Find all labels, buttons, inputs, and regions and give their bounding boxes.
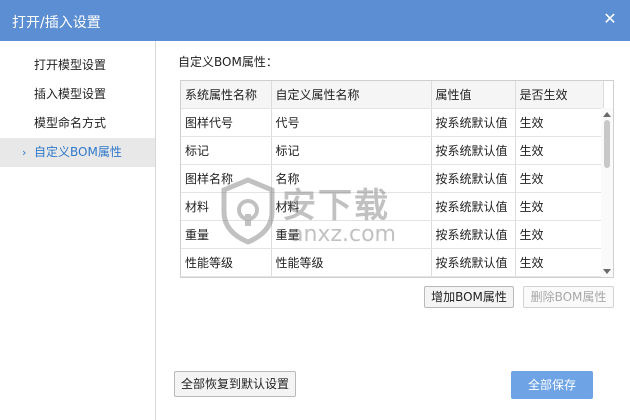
settings-sidebar: 打开模型设置 插入模型设置 模型命名方式 › 自定义BOM属性 xyxy=(0,41,156,420)
table-cell[interactable]: 生效 xyxy=(515,220,604,249)
table-row[interactable]: 图样代号 代号 按系统默认值 生效 xyxy=(181,108,604,137)
sidebar-item-label: 自定义BOM属性 xyxy=(34,145,122,159)
table-cell: 材料 xyxy=(181,192,272,221)
scroll-down-icon[interactable] xyxy=(603,269,611,274)
table-cell[interactable]: 生效 xyxy=(515,108,604,137)
table-cell: 图样代号 xyxy=(181,108,272,137)
table-cell: 标记 xyxy=(181,136,272,165)
window-title: 打开/插入设置 xyxy=(12,15,101,31)
table-cell: 图样名称 xyxy=(181,164,272,193)
title-bar: 打开/插入设置 ✕ xyxy=(0,0,630,41)
sidebar-item-naming[interactable]: 模型命名方式 xyxy=(0,109,155,138)
table-row[interactable]: 标记 标记 按系统默认值 生效 xyxy=(181,136,604,165)
sidebar-item-insert-model[interactable]: 插入模型设置 xyxy=(0,80,155,109)
table-cell: 性能等级 xyxy=(181,248,272,277)
table-cell[interactable]: 生效 xyxy=(515,248,604,277)
table-cell[interactable]: 按系统默认值 xyxy=(431,248,516,277)
scroll-up-icon[interactable] xyxy=(603,112,611,117)
section-title: 自定义BOM属性： xyxy=(178,55,278,69)
table-cell[interactable]: 生效 xyxy=(515,136,604,165)
table-cell[interactable]: 重量 xyxy=(271,220,432,249)
column-header: 是否生效 xyxy=(515,81,604,109)
column-header: 系统属性名称 xyxy=(181,81,272,109)
table-cell[interactable]: 标记 xyxy=(271,136,432,165)
table-row[interactable]: 材料 材料 按系统默认值 生效 xyxy=(181,192,604,221)
table-cell[interactable]: 代号 xyxy=(271,108,432,137)
table-header-row: 系统属性名称 自定义属性名称 属性值 是否生效 xyxy=(181,81,604,109)
save-all-button[interactable]: 全部保存 xyxy=(511,371,593,399)
sidebar-item-label: 插入模型设置 xyxy=(34,87,107,101)
column-header: 自定义属性名称 xyxy=(271,81,432,109)
sidebar-item-custom-bom[interactable]: › 自定义BOM属性 xyxy=(0,138,155,167)
table-cell[interactable]: 生效 xyxy=(515,192,604,221)
table-row[interactable]: 图样名称 名称 按系统默认值 生效 xyxy=(181,164,604,193)
column-header: 属性值 xyxy=(431,81,516,109)
delete-bom-attribute-button[interactable]: 删除BOM属性 xyxy=(523,286,614,308)
restore-defaults-button[interactable]: 全部恢复到默认设置 xyxy=(174,371,296,397)
sidebar-item-open-model[interactable]: 打开模型设置 xyxy=(0,51,155,80)
table-cell[interactable]: 按系统默认值 xyxy=(431,192,516,221)
table-row[interactable]: 重量 重量 按系统默认值 生效 xyxy=(181,220,604,249)
table-scrollbar[interactable] xyxy=(601,108,613,277)
sidebar-item-label: 打开模型设置 xyxy=(34,58,107,72)
table-cell[interactable]: 按系统默认值 xyxy=(431,108,516,137)
table-cell[interactable]: 名称 xyxy=(271,164,432,193)
close-icon[interactable]: ✕ xyxy=(599,8,621,30)
add-bom-attribute-button[interactable]: 增加BOM属性 xyxy=(424,286,514,308)
table-cell[interactable]: 材料 xyxy=(271,192,432,221)
table-cell[interactable]: 按系统默认值 xyxy=(431,220,516,249)
table-cell[interactable]: 生效 xyxy=(515,164,604,193)
sidebar-item-label: 模型命名方式 xyxy=(34,116,107,130)
table-cell[interactable]: 按系统默认值 xyxy=(431,136,516,165)
table-cell: 重量 xyxy=(181,220,272,249)
table-cell[interactable]: 按系统默认值 xyxy=(431,164,516,193)
table-cell[interactable]: 性能等级 xyxy=(271,248,432,277)
table-row[interactable]: 性能等级 性能等级 按系统默认值 生效 xyxy=(181,248,604,277)
scrollbar-thumb[interactable] xyxy=(604,120,610,168)
bom-attribute-table: 系统属性名称 自定义属性名称 属性值 是否生效 图样代号 代号 按系统默认值 生… xyxy=(180,80,614,278)
chevron-right-icon: › xyxy=(22,146,27,159)
